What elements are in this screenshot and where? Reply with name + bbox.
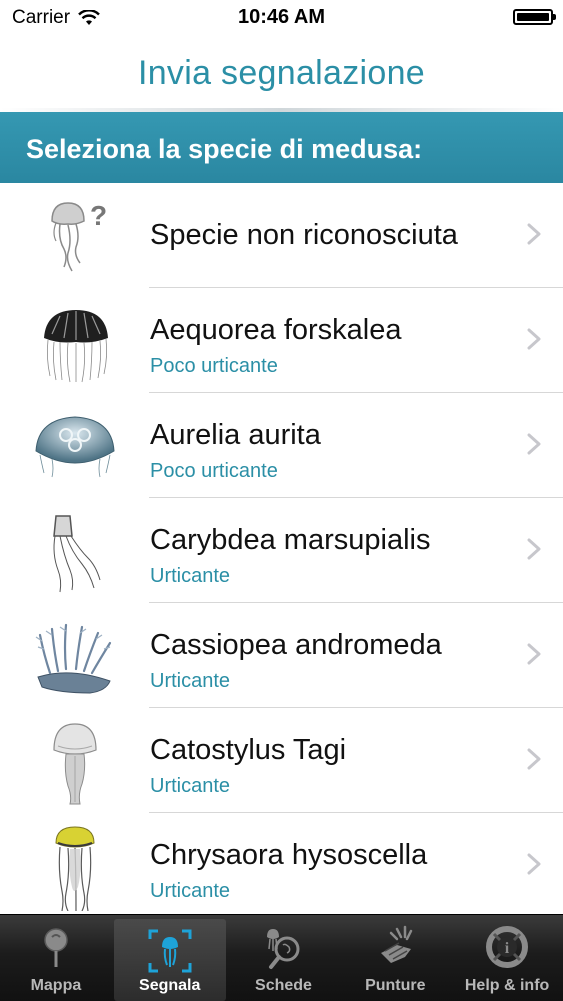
map-pin-icon [44,928,68,967]
species-list: ? Specie non riconosciuta Aequorea forsk… [0,183,563,918]
aurelia-jellyfish-icon [35,416,115,478]
report-jellyfish-icon [148,929,192,973]
species-item-unknown[interactable]: ? Specie non riconosciuta [0,183,563,288]
sting-level: Poco urticante [150,460,278,482]
aequorea-jellyfish-icon [44,310,108,383]
species-item-aurelia[interactable]: Aurelia aurita Poco urticante [0,393,563,498]
chevron-right-icon [527,853,541,875]
sting-level: Urticante [150,775,231,797]
tab-label: Punture [365,977,426,994]
tab-label: Schede [255,977,312,994]
chevron-right-icon [527,643,541,665]
catostylus-jellyfish-icon [53,723,97,805]
svg-text:i: i [505,940,510,957]
chrysaora-jellyfish-icon [55,826,95,911]
svg-text:?: ? [90,200,107,231]
section-header: Seleziona la specie di medusa: [0,112,563,183]
search-jellyfish-icon [267,929,300,969]
sting-level: Urticante [150,670,231,692]
species-item-carybdea[interactable]: Carybdea marsupialis Urticante [0,498,563,603]
tab-punture[interactable]: Punture [339,915,451,1001]
species-item-catostylus[interactable]: Catostylus Tagi Urticante [0,708,563,813]
chevron-right-icon [527,328,541,350]
sting-level: Urticante [150,565,231,587]
species-item-chrysaora[interactable]: Chrysaora hysoscella Urticante [0,813,563,918]
tab-label: Help & info [464,977,550,994]
status-time: 10:46 AM [237,6,326,28]
sting-hand-icon [381,925,413,963]
battery-icon [513,9,556,25]
sting-level: Poco urticante [150,355,278,377]
species-item-aequorea[interactable]: Aequorea forskalea Poco urticante [0,288,563,393]
sting-level: Urticante [150,880,231,902]
species-name: Aurelia aurita [150,419,321,451]
tab-mappa[interactable]: Mappa [0,915,112,1001]
chevron-right-icon [527,538,541,560]
unknown-jellyfish-icon: ? [51,200,107,272]
tab-label: Segnala [139,977,201,994]
nav-header: Invia segnalazione [0,36,563,112]
section-title: Seleziona la specie di medusa: [26,134,423,164]
species-item-cassiopea[interactable]: Cassiopea andromeda Urticante [0,603,563,708]
chevron-right-icon [527,433,541,455]
cassiopea-jellyfish-icon [35,623,112,694]
species-name: Specie non riconosciuta [150,219,458,251]
status-bar: Carrier 10:46 AM [0,0,563,36]
chevron-right-icon [527,223,541,245]
carybdea-jellyfish-icon [53,515,101,593]
tab-bar: Mappa Segnala Schede Punture i Help & in… [0,914,563,1001]
lifebuoy-info-icon: i [486,926,529,968]
species-name: Cassiopea andromeda [150,629,442,661]
species-name: Carybdea marsupialis [150,524,431,556]
species-name: Catostylus Tagi [150,734,347,766]
tab-segnala[interactable]: Segnala [113,919,226,1001]
tab-help-info[interactable]: i Help & info [451,915,563,1001]
species-name: Aequorea forskalea [150,314,402,346]
tab-label: Mappa [30,977,82,994]
page-title: Invia segnalazione [137,54,426,92]
tab-schede[interactable]: Schede [228,915,340,1001]
species-name: Chrysaora hysoscella [150,839,428,871]
chevron-right-icon [527,748,541,770]
